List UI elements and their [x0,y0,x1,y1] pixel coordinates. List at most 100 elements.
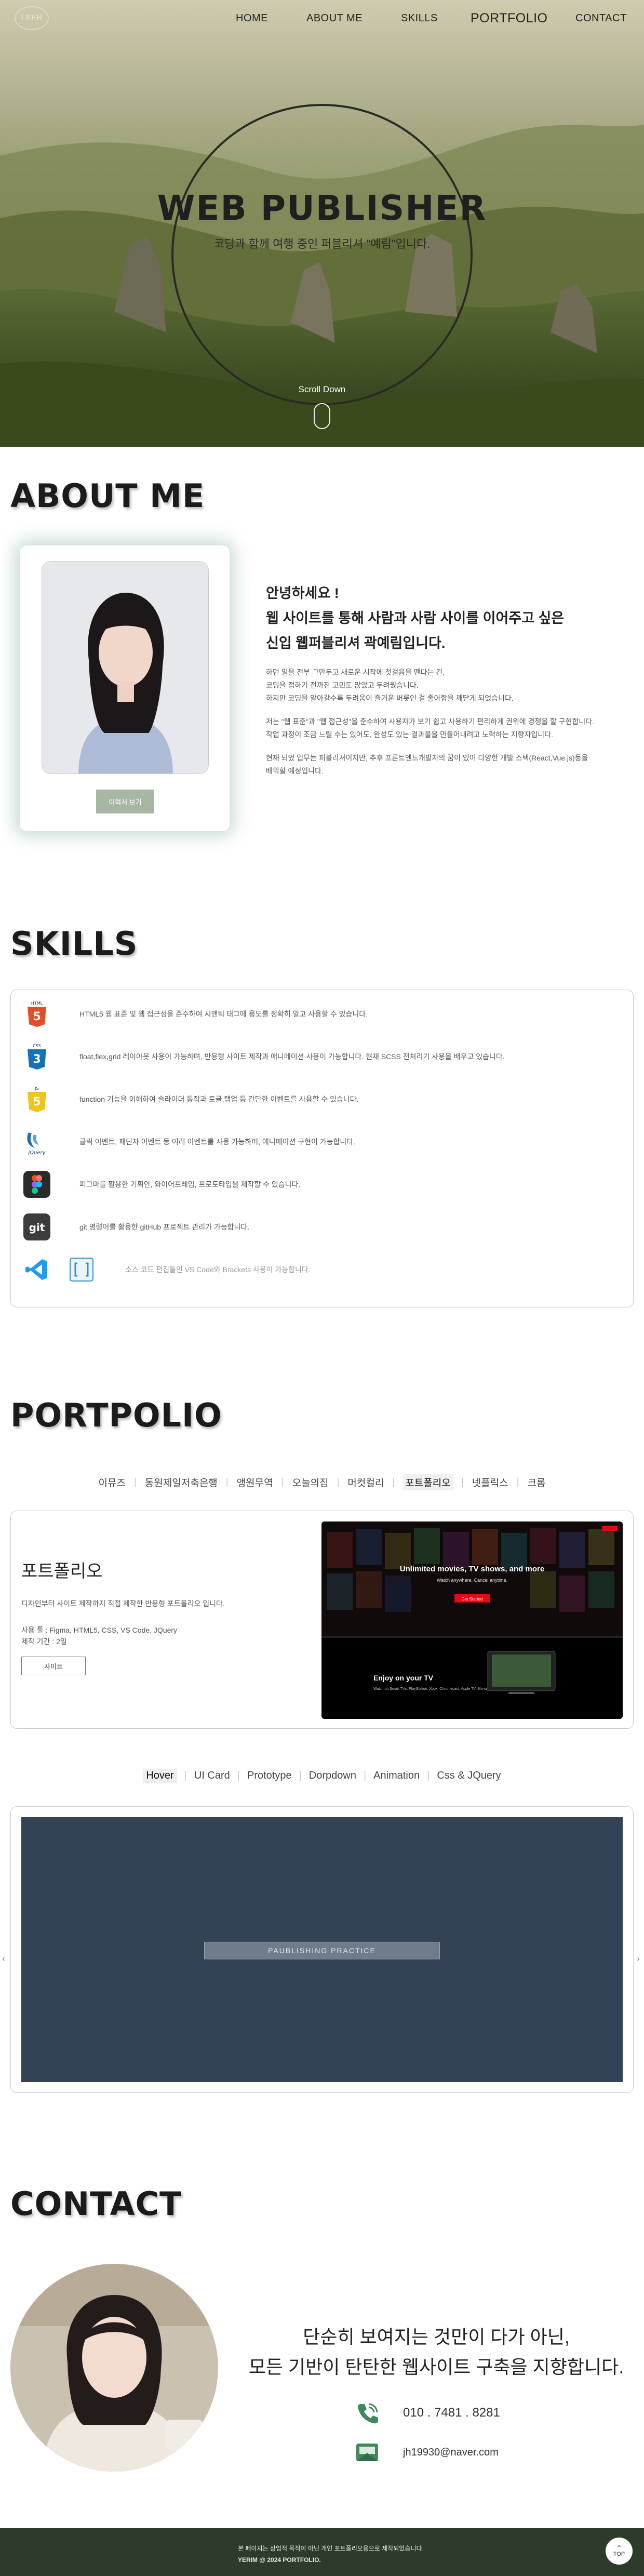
project-period: 제작 기간 : 2일 [21,1637,67,1646]
svg-text:JS: JS [34,1086,38,1091]
about-line: 하지만 코딩을 알아갈수록 두려움이 즐거운 버릇인 걸 좋아함을 깨닫게 되었… [266,694,514,702]
portfolio-tabs: 이뮤즈 | 동원제일저축은행 | 앵원무역 | 오늘의집 | 머컷컬리 | 포트폴리오 | … [0,1474,644,1490]
site-link-button[interactable]: 사이트 [21,1657,86,1675]
chevron-right-icon[interactable]: › [637,1953,640,1964]
svg-text:HTML: HTML [31,1001,43,1006]
portfolio-card: 포트폴리오 디자인부터 사이트 제작까지 직접 제작한 반응형 포트폴리오 입니… [10,1511,634,1729]
skill-row-js: JS 5 function 기능을 이해하여 슬라이더 동작과 토글,탭업 등 간… [23,1084,626,1115]
about-line: 작업 과정이 조금 느릴 수는 있어도, 완성도 있는 결과물을 만들어내려고 … [266,730,553,739]
preview-headline: Unlimited movies, TV shows, and more [400,1565,544,1573]
email-address[interactable]: jh19930@naver.com [403,2447,499,2459]
tab-netflix[interactable]: 넷플릭스 [472,1475,508,1489]
phone-icon [353,2399,381,2427]
mail-icon [353,2438,381,2466]
svg-text:5: 5 [33,1096,41,1109]
about-line: 저는 "웹 표준"과 "웹 접근성"을 준수하여 사용자가 보기 쉽고 사용하기… [266,717,595,726]
practice-tabs: Hover | UI Card | Prototype | Dorpdown | Ani… [0,1769,644,1783]
skills-heading: SKILLS [10,925,138,963]
nav-contact[interactable]: CONTACT [575,12,627,24]
tab-trade[interactable]: 앵원무역 [237,1475,273,1489]
contact-phone-row: 010 . 7481 . 8281 [353,2399,500,2427]
nav-about-me[interactable]: ABOUT ME [306,12,363,24]
figma-icon [23,1171,50,1198]
skill-row-jquery: jQuery 클릭 이벤트, 패딘자 이벤트 등 여러 이벤트를 사용 가능하며… [23,1126,626,1157]
skill-desc: 피그마를 활용한 기획안, 와이어프레임, 프로토타입을 제작할 수 있습니다. [79,1180,301,1189]
about-line: 코딩을 접하기 전까진 고민도 많았고 두려웠습니다. [266,681,419,689]
top-label: TOP [613,2551,625,2557]
tab-dongwon[interactable]: 동원제일저축은행 [145,1475,218,1489]
about-paragraph-2: 저는 "웹 표준"과 "웹 접근성"을 준수하여 사용자가 보기 쉽고 사용하기… [266,715,629,741]
back-to-top-button[interactable]: ⌃ TOP [606,2538,633,2565]
vscode-icon [23,1256,50,1283]
skill-desc: HTML5 웹 표준 및 웹 접근성을 준수하여 시맨틱 태그에 용도를 정확히… [79,1010,368,1018]
phone-number[interactable]: 010 . 7481 . 8281 [403,2406,500,2420]
preview-cta: Get Started [462,1597,483,1601]
profile-photo [42,561,209,774]
skill-desc: function 기능을 이해하여 슬라이더 동작과 토글,탭업 등 간단한 이… [79,1095,359,1103]
svg-text:5: 5 [33,1010,41,1023]
tab-portfolio[interactable]: 포트폴리오 [403,1474,453,1490]
resume-button[interactable]: 이력서 보기 [96,790,154,813]
practice-card: PAUBLISHING PRACTICE [10,1806,634,2093]
skill-row-git: git git 명령어를 활용한 gitHub 프로젝트 관리가 가능합니다. [23,1211,626,1243]
svg-text:CSS: CSS [33,1044,41,1048]
tab-ohouse[interactable]: 오늘의집 [292,1475,329,1489]
tab-dropdown[interactable]: Dorpdown [309,1770,356,1782]
chevron-up-icon: ⌃ [616,2544,622,2552]
js-icon: JS 5 [23,1086,50,1113]
about-intro: 안녕하세요 ! 웹 사이트를 통해 사람과 사람 사이를 이어주고 싶은 신입 … [266,581,629,778]
preview-subline: Watch anywhere. Cancel anytime. [437,1578,507,1583]
nav-portfolio[interactable]: PORTFOLIO [471,11,548,26]
hover-demo-panel[interactable]: PAUBLISHING PRACTICE [21,1817,623,2082]
footer-notice: 본 페이지는 상업적 목적이 아닌 개인 포트폴리오용으로 제작되었습니다. [238,2545,424,2552]
project-meta: 사용 툴 : Figma, HTML5, CSS, VS Code, JQuer… [21,1624,177,1647]
contact-lead-line-2: 모든 기반이 탄탄한 웹사이트 구축을 지향합니다. [248,2356,624,2378]
hero-circle-ring [171,104,473,405]
brackets-icon [68,1256,95,1283]
hover-demo-label[interactable]: PAUBLISHING PRACTICE [204,1942,440,1959]
tab-prototype[interactable]: Prototype [247,1770,292,1782]
about-paragraph-1: 하던 일을 전부 그만두고 새로운 시작에 첫걸음을 뗀다는 건, 코딩을 접하… [266,666,629,705]
tab-emuse[interactable]: 이뮤즈 [99,1475,126,1489]
skill-desc: 소스 코드 편집툴인 VS Code와 Brackets 사용이 가능합니다. [125,1265,311,1274]
portfolio-heading: PORTPOLIO [10,1396,222,1434]
about-line: 배워할 예정입니다. [266,767,324,775]
profile-card: 이력서 보기 [20,545,230,831]
skill-row-html: HTML 5 HTML5 웹 표준 및 웹 접근성을 준수하여 시맨틱 태그에 용… [23,998,626,1030]
about-heading: ABOUT ME [10,477,205,515]
tab-chrome[interactable]: 크롬 [527,1475,545,1489]
footer-copyright: YERIM @ 2024 PORTFOLIO. [238,2556,321,2564]
tab-ui-card[interactable]: UI Card [194,1770,230,1782]
project-title: 포트폴리오 [21,1561,103,1581]
scroll-down-label[interactable]: Scroll Down [0,384,644,395]
html5-icon: HTML 5 [23,1000,50,1027]
contact-lead-line-1: 단순히 보여지는 것만이 다가 아닌, [303,2326,570,2347]
chevron-left-icon[interactable]: ‹ [2,1953,5,1964]
about-greeting-2: 웹 사이트를 통해 사람과 사람 사이를 이어주고 싶은 [266,610,565,626]
project-preview[interactable]: Unlimited movies, TV shows, and more Wat… [321,1521,623,1719]
skill-desc: git 명령어를 활용한 gitHub 프로젝트 관리가 가능합니다. [79,1223,250,1231]
about-greeting-3: 신입 웹퍼블리셔 곽예림입니다. [266,635,446,651]
nav-skills[interactable]: SKILLS [401,12,438,24]
about-greeting-1: 안녕하세요 ! [266,585,339,601]
about-line: 하던 일을 전부 그만두고 새로운 시작에 첫걸음을 뗀다는 건, [266,668,445,676]
css3-icon: CSS 3 [23,1043,50,1070]
top-nav: LEEH HOME ABOUT ME SKILLS PORTFOLIO CONT… [0,0,644,36]
tab-kurly[interactable]: 머컷컬리 [347,1475,384,1489]
tab-animation[interactable]: Animation [373,1770,420,1782]
svg-text:3: 3 [33,1053,41,1066]
skill-row-editors: 소스 코드 편집툴인 VS Code와 Brackets 사용이 가능합니다. [23,1254,626,1285]
tab-hover[interactable]: Hover [143,1769,177,1783]
skill-row-figma: 피그마를 활용한 기획안, 와이어프레임, 프로토타입을 제작할 수 있습니다. [23,1169,626,1200]
nav-home[interactable]: HOME [236,12,268,24]
scroll-mouse-icon[interactable] [314,403,330,429]
jquery-icon: jQuery [23,1128,50,1155]
preview-tv-title: Enjoy on your TV [373,1674,434,1682]
project-tools: 사용 툴 : Figma, HTML5, CSS, VS Code, JQuer… [21,1626,178,1634]
contact-email-row: jh19930@naver.com [353,2438,499,2466]
tab-css-jquery[interactable]: Css & JQuery [437,1770,501,1782]
hero-section: WEB PUBLISHER 코딩과 함께 여행 중인 퍼블리셔 "예림"입니다.… [0,0,644,447]
site-logo[interactable]: LEEH [15,6,49,30]
skill-desc: float,flex,grid 레이아웃 사용이 가능하며, 반응형 사이트 제… [79,1052,505,1061]
footer: 본 페이지는 상업적 목적이 아닌 개인 포트폴리오용으로 제작되었습니다. Y… [0,2528,644,2576]
